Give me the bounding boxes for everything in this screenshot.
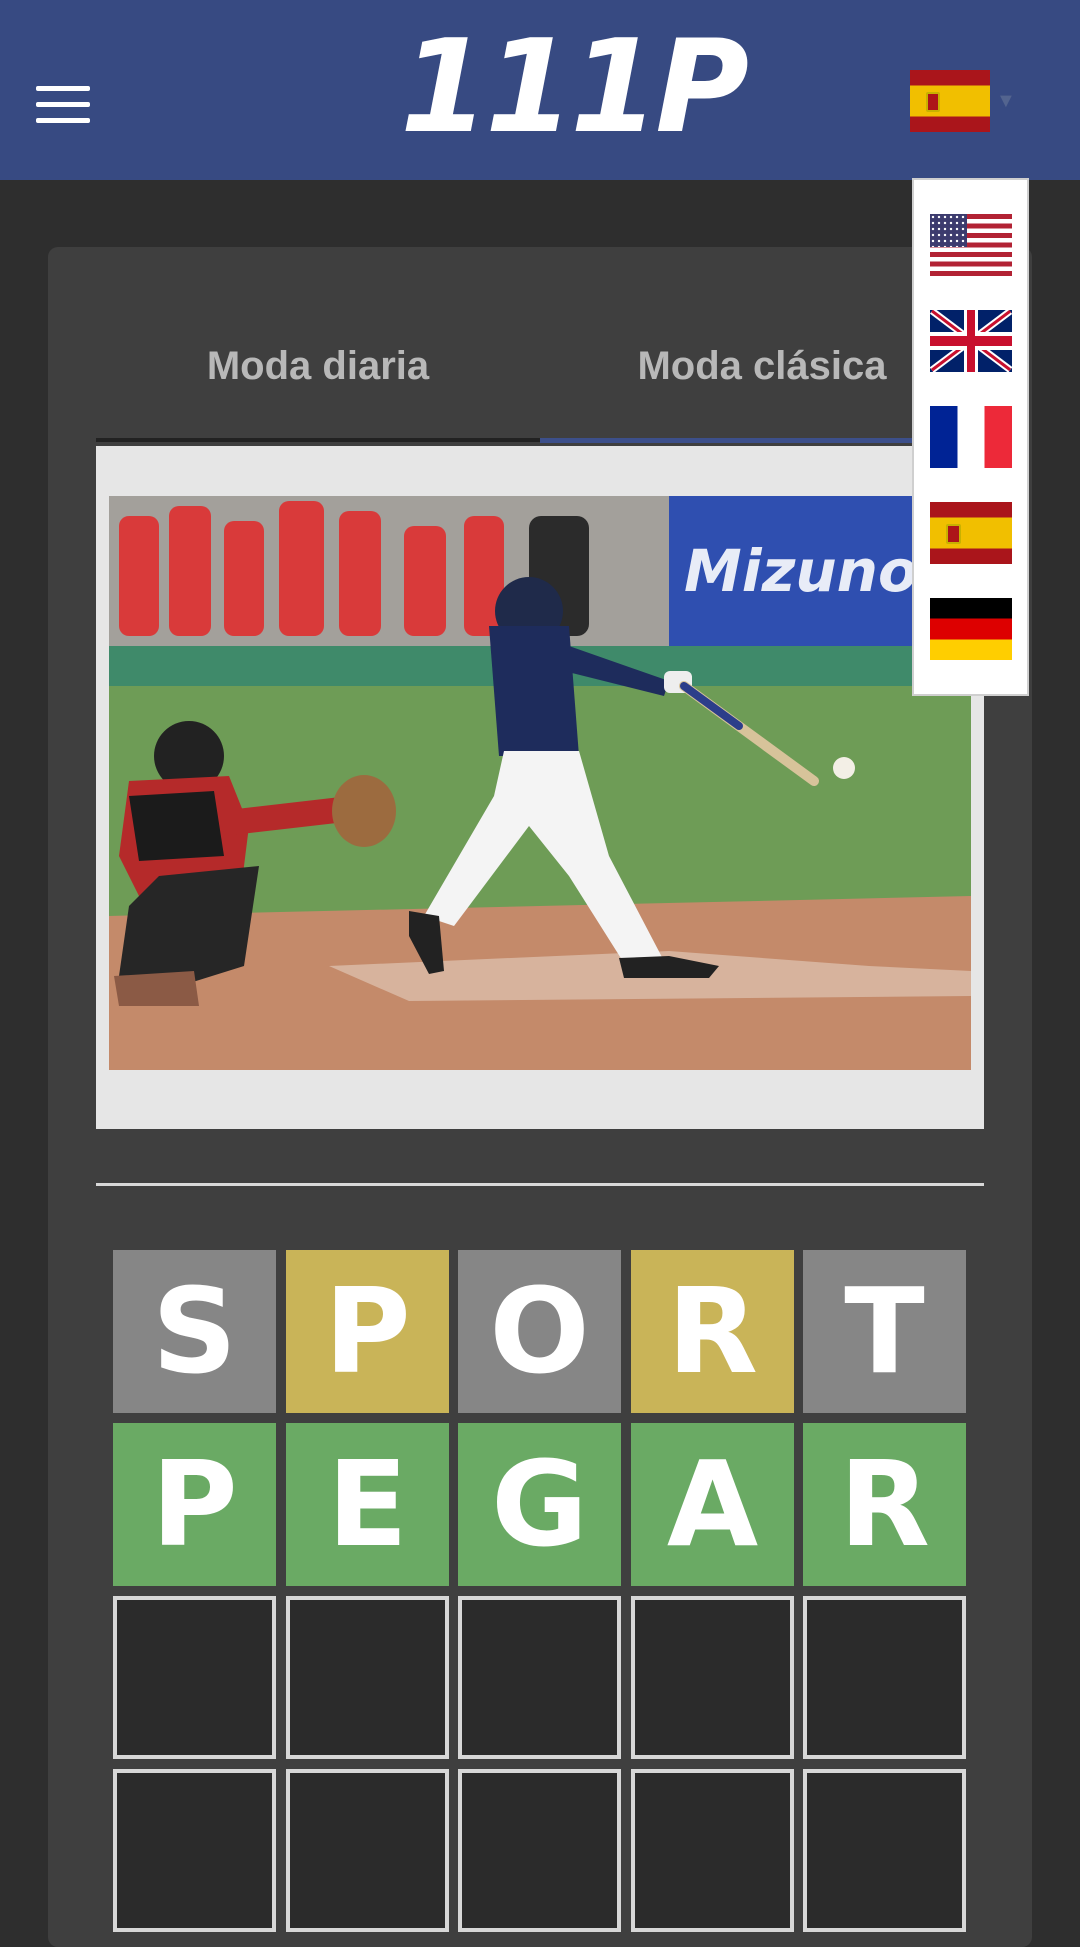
board-cell-r1-c4: R (631, 1250, 794, 1413)
spain-flag-icon[interactable] (930, 502, 1012, 564)
board-cell-r4-c1 (113, 1769, 276, 1932)
tab-daily-mode[interactable]: Moda diaria (96, 318, 540, 438)
board-cell-r3-c1 (113, 1596, 276, 1759)
board-cell-r4-c4 (631, 1769, 794, 1932)
board-cell-r3-c3 (458, 1596, 621, 1759)
board-cell-r4-c3 (458, 1769, 621, 1932)
caret-down-icon: ▼ (996, 90, 1016, 112)
germany-flag-icon[interactable] (930, 598, 1012, 660)
board-cell-r2-c4: A (631, 1423, 794, 1586)
hamburger-menu-icon[interactable] (36, 86, 90, 124)
board-cell-r2-c3: G (458, 1423, 621, 1586)
board-cell-r2-c2: E (286, 1423, 449, 1586)
mizuno-banner-text: Mizuno (684, 537, 918, 605)
top-bar: 111P ▼ (0, 0, 1080, 180)
language-dropdown-menu (912, 178, 1029, 696)
board-cell-r1-c3: O (458, 1250, 621, 1413)
france-flag-icon[interactable] (930, 406, 1012, 468)
usa-flag-icon[interactable] (930, 214, 1012, 276)
board-cell-r2-c1: P (113, 1423, 276, 1586)
board-cell-r3-c2 (286, 1596, 449, 1759)
board-cell-r1-c5: T (803, 1250, 966, 1413)
uk-flag-icon[interactable] (930, 310, 1012, 372)
clue-image-frame: Mizuno (96, 446, 984, 1129)
board-cell-r3-c5 (803, 1596, 966, 1759)
baseball-batter-photo: Mizuno (109, 496, 971, 1070)
mode-tabs: Moda diaria Moda clásica (96, 318, 984, 443)
logo[interactable]: 111P (400, 18, 749, 158)
language-selector[interactable]: ▼ (910, 70, 1016, 132)
board-cell-r2-c5: R (803, 1423, 966, 1586)
board-cell-r4-c5 (803, 1769, 966, 1932)
board-cell-r4-c2 (286, 1769, 449, 1932)
board-divider (96, 1183, 984, 1186)
board-cell-r1-c2: P (286, 1250, 449, 1413)
board-cell-r1-c1: S (113, 1250, 276, 1413)
spain-flag-icon (910, 70, 990, 132)
board-cell-r3-c4 (631, 1596, 794, 1759)
